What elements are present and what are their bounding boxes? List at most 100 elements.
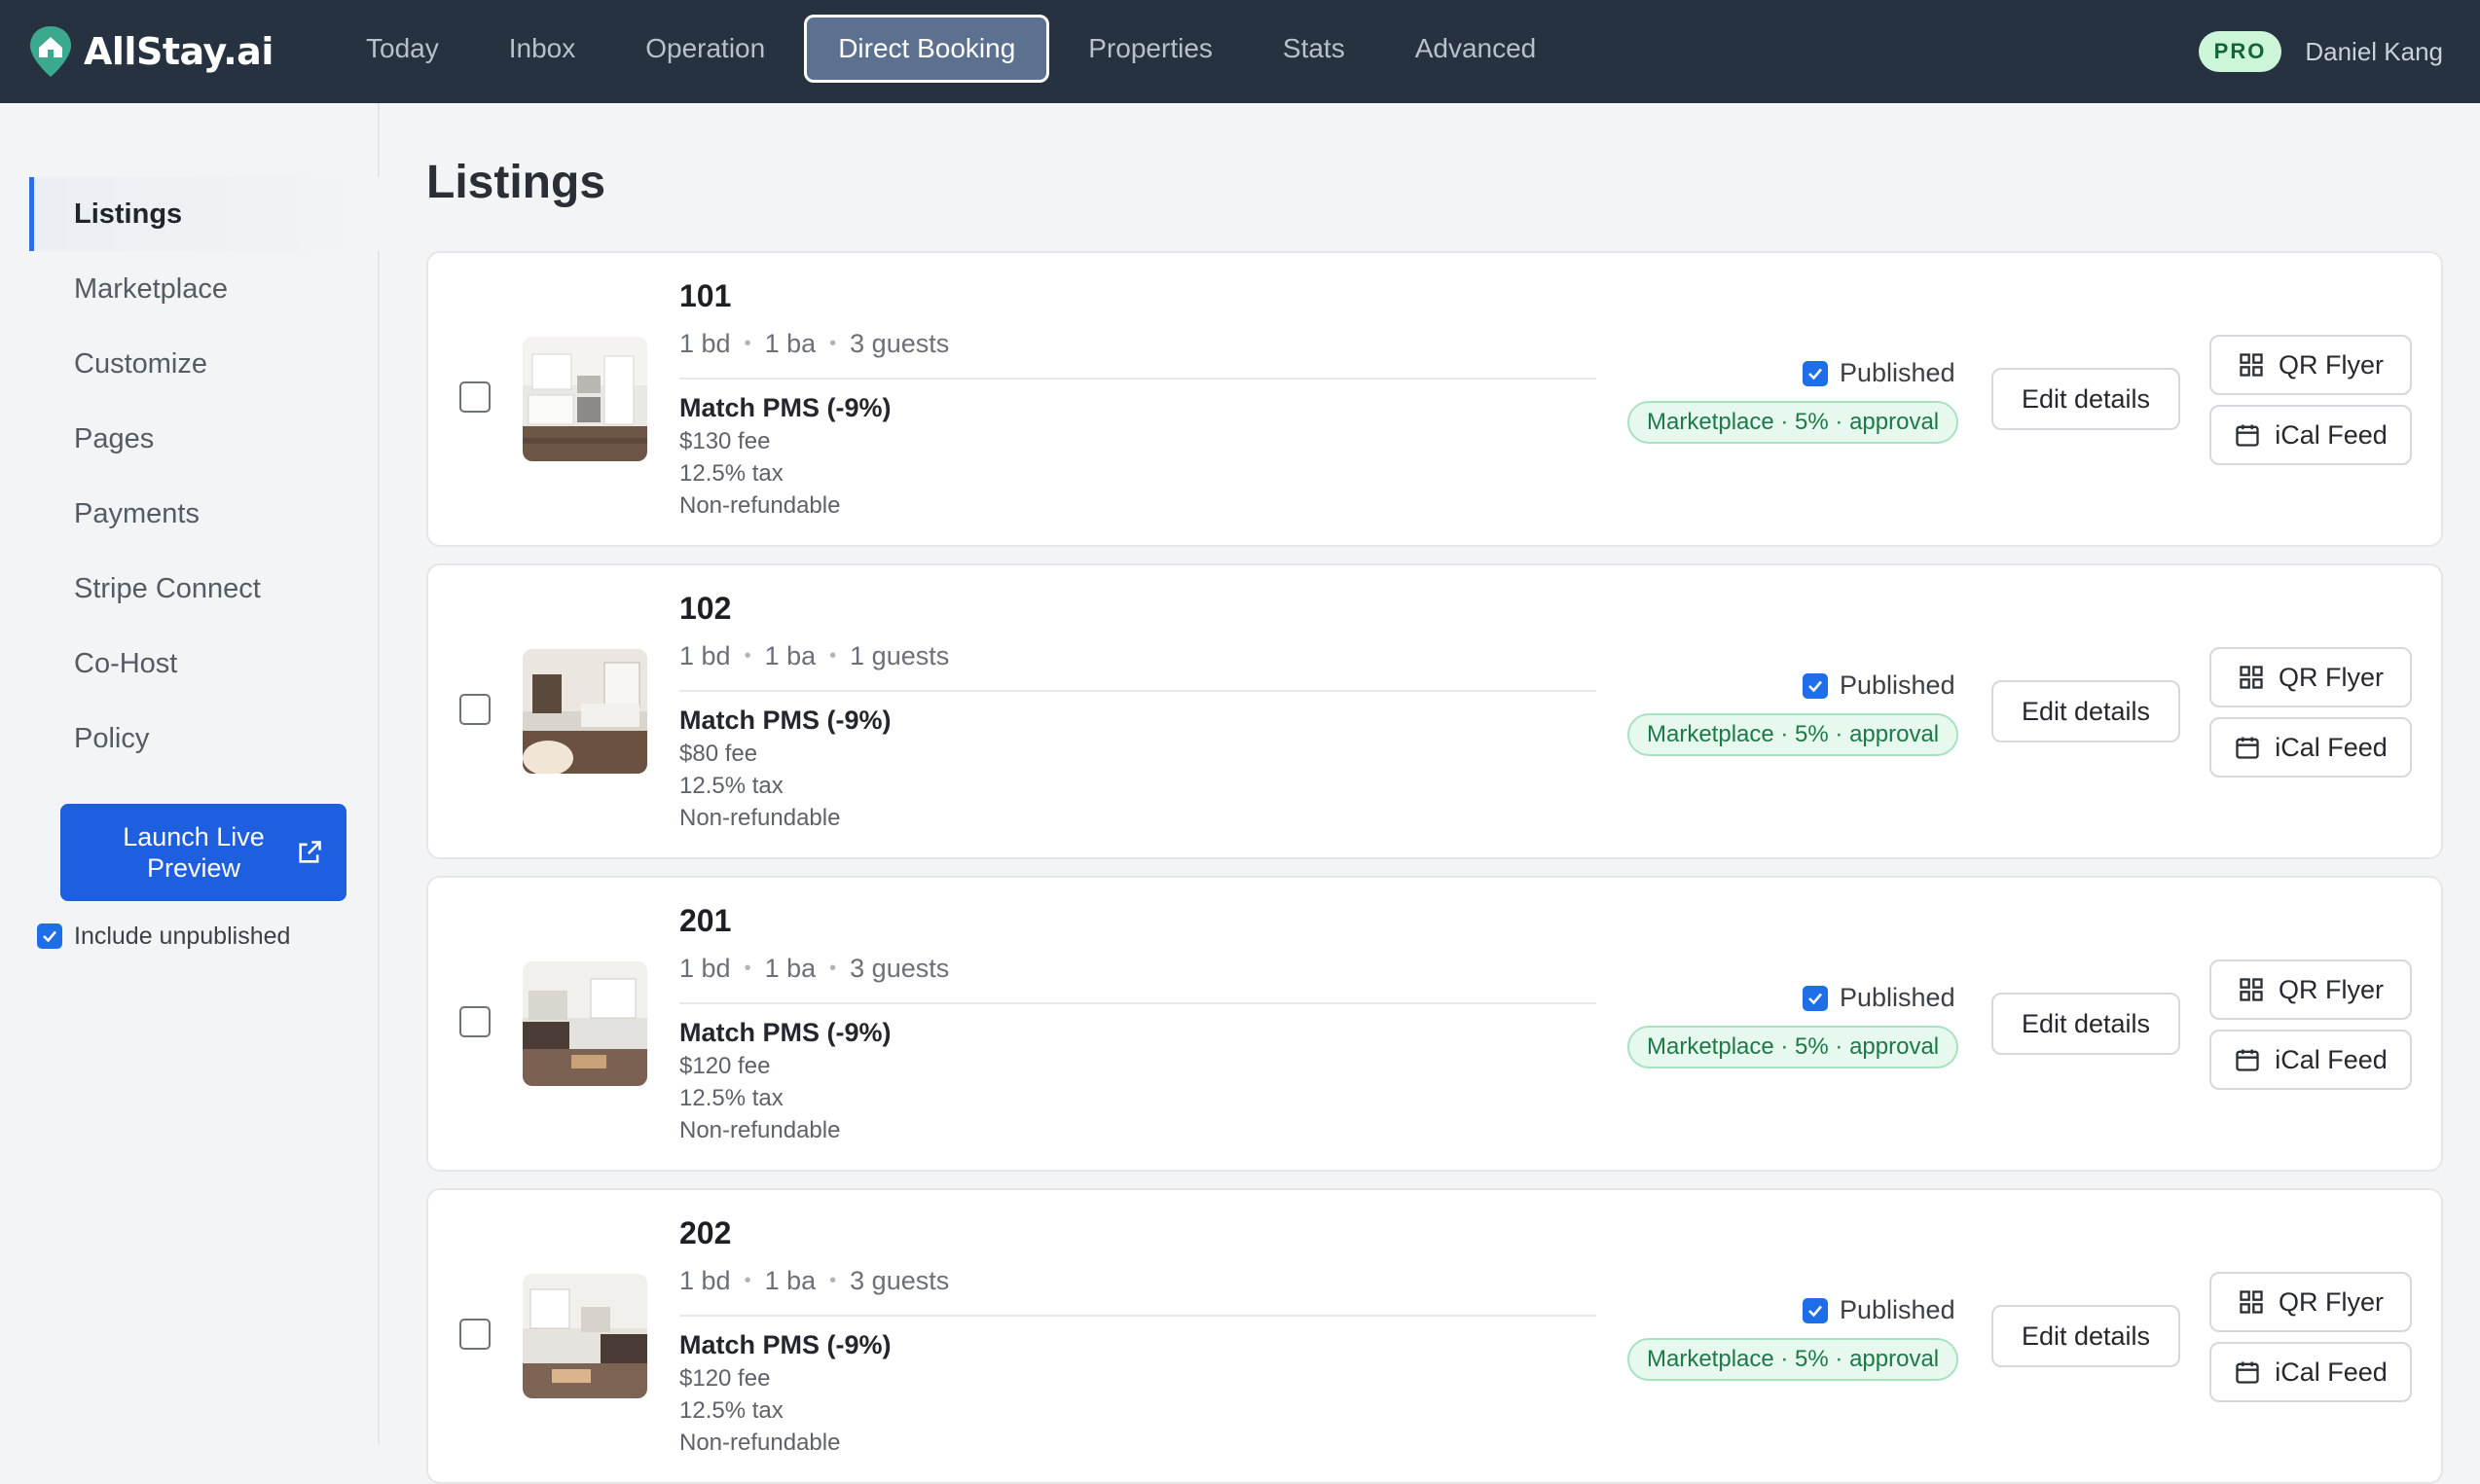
sidebar-item-listings[interactable]: Listings — [29, 177, 380, 251]
sidebar-item-co-host[interactable]: Co-Host — [29, 627, 380, 701]
edit-details-button[interactable]: Edit details — [1991, 1305, 2180, 1367]
qr-flyer-label: QR Flyer — [2279, 662, 2384, 692]
check-icon — [1808, 1305, 1822, 1317]
page-title: Listings — [426, 157, 606, 208]
published-label: Published — [1840, 670, 1955, 700]
living-room-photo — [523, 1274, 647, 1398]
ical-feed-button[interactable]: iCal Feed — [2209, 1342, 2412, 1402]
nav-direct-booking[interactable]: Direct Booking — [804, 15, 1050, 83]
launch-live-preview-button[interactable]: Launch Live Preview — [60, 804, 346, 901]
marketplace-badge: Marketplace · 5% · approval — [1627, 713, 1959, 756]
edit-details-button[interactable]: Edit details — [1991, 993, 2180, 1055]
nav-operation[interactable]: Operation — [610, 15, 800, 83]
tax-rate: 12.5% tax — [679, 460, 784, 487]
qr-grid-icon — [2240, 1290, 2263, 1314]
published-toggle[interactable]: Published — [1803, 670, 1955, 701]
tax-rate: 12.5% tax — [679, 1085, 784, 1111]
calendar-icon — [2236, 424, 2259, 447]
listing-thumbnail[interactable] — [523, 1274, 647, 1398]
published-checkbox[interactable] — [1803, 985, 1828, 1011]
sidebar-item-policy[interactable]: Policy — [29, 702, 380, 776]
published-label: Published — [1840, 1295, 1955, 1324]
user-menu[interactable]: PRO Daniel Kang — [2198, 27, 2443, 76]
pricing-rule: Match PMS (-9%) — [679, 706, 892, 735]
ical-feed-label: iCal Feed — [2275, 1357, 2388, 1387]
pricing-rule: Match PMS (-9%) — [679, 393, 892, 422]
listing-bedrooms: 1 bd — [679, 329, 731, 358]
listing-bathrooms: 1 ba — [764, 1266, 817, 1295]
cleaning-fee: $130 fee — [679, 428, 771, 454]
ical-feed-label: iCal Feed — [2275, 419, 2388, 450]
listing-card: 101 1 bd • 1 ba • 3 guests Match PMS (-9%)… — [426, 251, 2443, 547]
qr-flyer-button[interactable]: QR Flyer — [2209, 1272, 2412, 1332]
listing-unit-number: 101 — [679, 278, 732, 313]
check-icon — [43, 930, 56, 943]
sidebar-item-stripe-connect[interactable]: Stripe Connect — [29, 552, 380, 626]
sidebar-item-customize[interactable]: Customize — [29, 327, 380, 401]
qr-flyer-label: QR Flyer — [2279, 1286, 2384, 1317]
main-nav: Today Inbox Operation Direct Booking Pro… — [331, 14, 1571, 84]
include-unpublished-checkbox[interactable] — [37, 923, 62, 949]
launch-live-preview-label: Launch Live Preview — [123, 822, 265, 883]
listing-meta: 1 bd • 1 ba • 1 guests — [679, 641, 950, 670]
listing-thumbnail[interactable] — [523, 961, 647, 1086]
sidebar-item-pages[interactable]: Pages — [29, 402, 380, 476]
listing-select-checkbox[interactable] — [459, 694, 491, 725]
sidebar-item-payments[interactable]: Payments — [29, 477, 380, 551]
refund-policy: Non-refundable — [679, 492, 841, 519]
published-checkbox[interactable] — [1803, 360, 1828, 386]
published-checkbox[interactable] — [1803, 1297, 1828, 1323]
qr-flyer-button[interactable]: QR Flyer — [2209, 335, 2412, 395]
published-toggle[interactable]: Published — [1803, 358, 1955, 388]
ical-feed-button[interactable]: iCal Feed — [2209, 405, 2412, 465]
edit-details-button[interactable]: Edit details — [1991, 680, 2180, 742]
listing-bedrooms: 1 bd — [679, 954, 731, 983]
qr-flyer-button[interactable]: QR Flyer — [2209, 959, 2412, 1020]
nav-stats[interactable]: Stats — [1248, 15, 1380, 83]
app-logo[interactable]: AllStay.ai — [27, 18, 274, 86]
living-room-photo — [523, 961, 647, 1086]
edit-details-button[interactable]: Edit details — [1991, 368, 2180, 430]
divider — [679, 378, 1596, 380]
listing-thumbnail[interactable] — [523, 649, 647, 774]
check-icon — [1808, 993, 1822, 1004]
listing-guests: 3 guests — [850, 954, 950, 983]
tax-rate: 12.5% tax — [679, 773, 784, 799]
listing-unit-number: 202 — [679, 1215, 732, 1250]
listing-guests: 3 guests — [850, 329, 950, 358]
nav-properties[interactable]: Properties — [1053, 15, 1248, 83]
nav-advanced[interactable]: Advanced — [1380, 15, 1572, 83]
qr-flyer-label: QR Flyer — [2279, 974, 2384, 1004]
pricing-rule: Match PMS (-9%) — [679, 1330, 892, 1359]
include-unpublished-toggle[interactable]: Include unpublished — [37, 917, 290, 956]
listing-thumbnail[interactable] — [523, 337, 647, 461]
user-name[interactable]: Daniel Kang — [2305, 37, 2443, 67]
listing-card: 201 1 bd • 1 ba • 3 guests Match PMS (-9%)… — [426, 876, 2443, 1172]
tax-rate: 12.5% tax — [679, 1397, 784, 1424]
listing-bathrooms: 1 ba — [764, 641, 817, 670]
published-checkbox[interactable] — [1803, 672, 1828, 699]
ical-feed-label: iCal Feed — [2275, 732, 2388, 762]
listing-select-checkbox[interactable] — [459, 1006, 491, 1037]
published-label: Published — [1840, 983, 1955, 1012]
nav-today[interactable]: Today — [331, 15, 474, 83]
sidebar-item-marketplace[interactable]: Marketplace — [29, 252, 380, 326]
qr-grid-icon — [2240, 978, 2263, 1001]
nav-inbox[interactable]: Inbox — [474, 15, 611, 83]
marketplace-badge: Marketplace · 5% · approval — [1627, 1026, 1959, 1068]
published-toggle[interactable]: Published — [1803, 983, 1955, 1013]
ical-feed-button[interactable]: iCal Feed — [2209, 717, 2412, 778]
bedroom-photo — [523, 649, 647, 774]
pricing-rule: Match PMS (-9%) — [679, 1018, 892, 1047]
ical-feed-label: iCal Feed — [2275, 1044, 2388, 1074]
qr-grid-icon — [2240, 666, 2263, 689]
listing-select-checkbox[interactable] — [459, 381, 491, 413]
calendar-icon — [2236, 737, 2259, 759]
refund-policy: Non-refundable — [679, 805, 841, 831]
qr-flyer-button[interactable]: QR Flyer — [2209, 647, 2412, 707]
listing-select-checkbox[interactable] — [459, 1319, 491, 1350]
ical-feed-button[interactable]: iCal Feed — [2209, 1030, 2412, 1090]
sidebar: Listings Marketplace Customize Pages Pay… — [0, 103, 380, 1444]
cleaning-fee: $80 fee — [679, 741, 758, 767]
published-toggle[interactable]: Published — [1803, 1295, 1955, 1325]
